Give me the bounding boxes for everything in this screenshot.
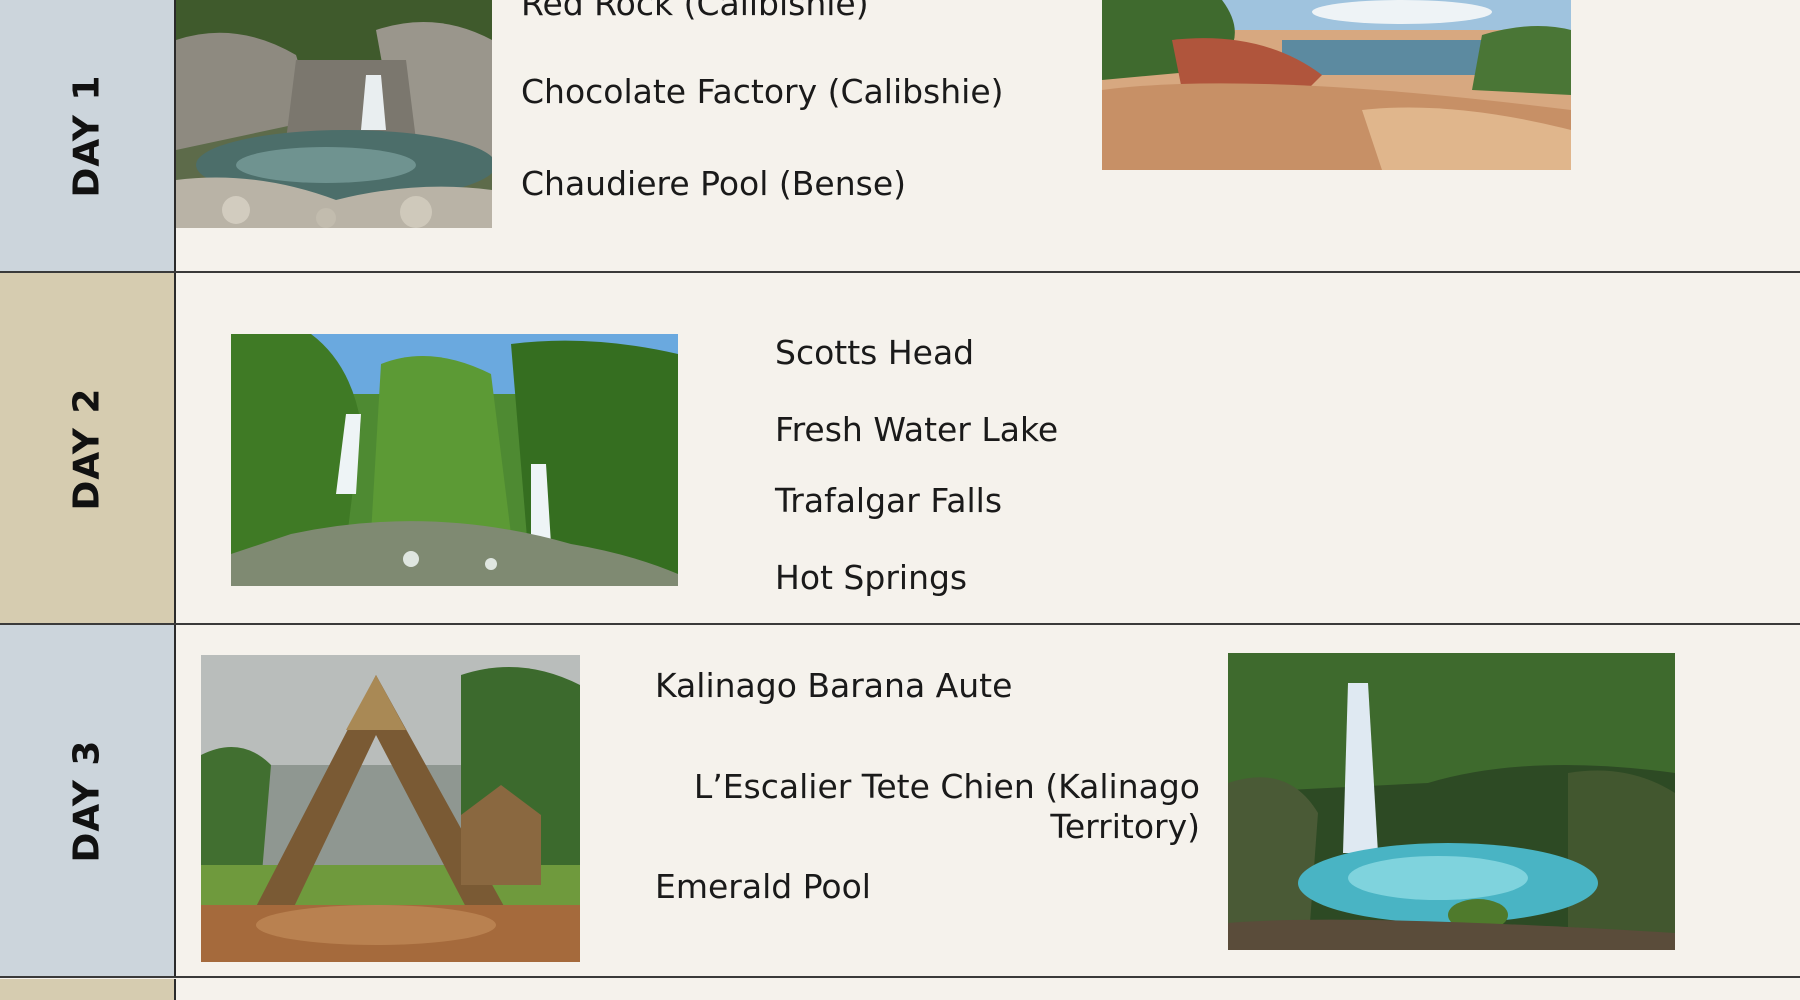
day-3-cell: DAY 3 bbox=[0, 625, 176, 977]
day-3-row: DAY 3 Kalinago Barana Aute L’Escalier Te… bbox=[0, 625, 1800, 978]
day-1-label: DAY 1 bbox=[66, 74, 108, 198]
day-1-item-1: Red Rock (Calibishie) bbox=[521, 0, 869, 23]
day-4-row bbox=[0, 979, 1800, 1000]
river-waterfall-photo bbox=[176, 0, 492, 228]
day-1-cell: DAY 1 bbox=[0, 0, 176, 272]
itinerary-page: DAY 1 Red Rock (Calibishie) Chocolate Fa… bbox=[0, 0, 1800, 1000]
day-3-divider bbox=[0, 976, 1800, 978]
day-2-cell: DAY 2 bbox=[0, 273, 176, 624]
day-1-row: DAY 1 Red Rock (Calibishie) Chocolate Fa… bbox=[0, 0, 1800, 273]
emerald-pool-photo bbox=[1228, 653, 1675, 950]
day-2-label: DAY 2 bbox=[66, 387, 108, 510]
day-3-label: DAY 3 bbox=[66, 739, 108, 863]
day-2-item-2: Fresh Water Lake bbox=[775, 410, 1059, 449]
day-2-item-4: Hot Springs bbox=[775, 558, 968, 597]
twin-waterfalls-photo bbox=[231, 334, 678, 586]
day-2-row: DAY 2 Scotts Head Fresh Water Lake Trafa… bbox=[0, 273, 1800, 625]
red-rock-coast-photo bbox=[1102, 0, 1571, 170]
day-3-item-2: L’Escalier Tete Chien (Kalinago Territor… bbox=[693, 767, 1200, 846]
day-2-item-3: Trafalgar Falls bbox=[775, 481, 1003, 520]
day-4-cell bbox=[0, 979, 176, 1000]
day-2-item-1: Scotts Head bbox=[775, 333, 975, 372]
day-3-item-1: Kalinago Barana Aute bbox=[655, 666, 1013, 705]
day-1-item-3: Chaudiere Pool (Bense) bbox=[521, 164, 907, 203]
thatched-hut-photo bbox=[201, 655, 580, 962]
day-3-item-3: Emerald Pool bbox=[655, 867, 871, 906]
day-1-item-2: Chocolate Factory (Calibshie) bbox=[521, 72, 1004, 111]
